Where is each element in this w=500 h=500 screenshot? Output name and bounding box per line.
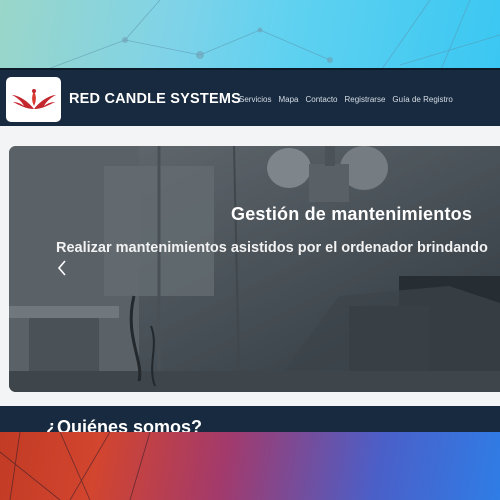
nav-link-servicios[interactable]: Servicios <box>239 95 271 104</box>
carousel-prev-button[interactable] <box>54 258 70 278</box>
decorative-bottom-background <box>0 432 500 500</box>
nav-link-contacto[interactable]: Contacto <box>305 95 337 104</box>
decorative-top-background <box>0 0 500 72</box>
about-section-header: ¿Quiénes somos? <box>0 406 500 432</box>
carousel-title: Gestión de mantenimientos <box>231 204 473 224</box>
chevron-left-icon <box>57 260 66 276</box>
website-screenshot: RED CANDLE SYSTEMS Servicios Mapa Contac… <box>0 68 500 432</box>
nav-link-registrarse[interactable]: Registrarse <box>345 95 386 104</box>
nav-links: Servicios Mapa Contacto Registrarse Guía… <box>239 95 453 104</box>
phoenix-logo-icon <box>11 88 56 109</box>
nav-link-guia-registro[interactable]: Guía de Registro <box>392 95 452 104</box>
carousel-text: Realizar mantenimientos asistidos por el… <box>56 240 488 256</box>
about-title: ¿Quiénes somos? <box>46 417 203 432</box>
logo[interactable] <box>6 77 61 122</box>
hero-carousel[interactable]: Gestión de mantenimientos Realizar mante… <box>9 146 500 392</box>
nav-link-mapa[interactable]: Mapa <box>278 95 298 104</box>
navbar: RED CANDLE SYSTEMS Servicios Mapa Contac… <box>0 68 500 126</box>
brand-name[interactable]: RED CANDLE SYSTEMS <box>69 91 241 107</box>
operating-room-image <box>9 146 500 392</box>
